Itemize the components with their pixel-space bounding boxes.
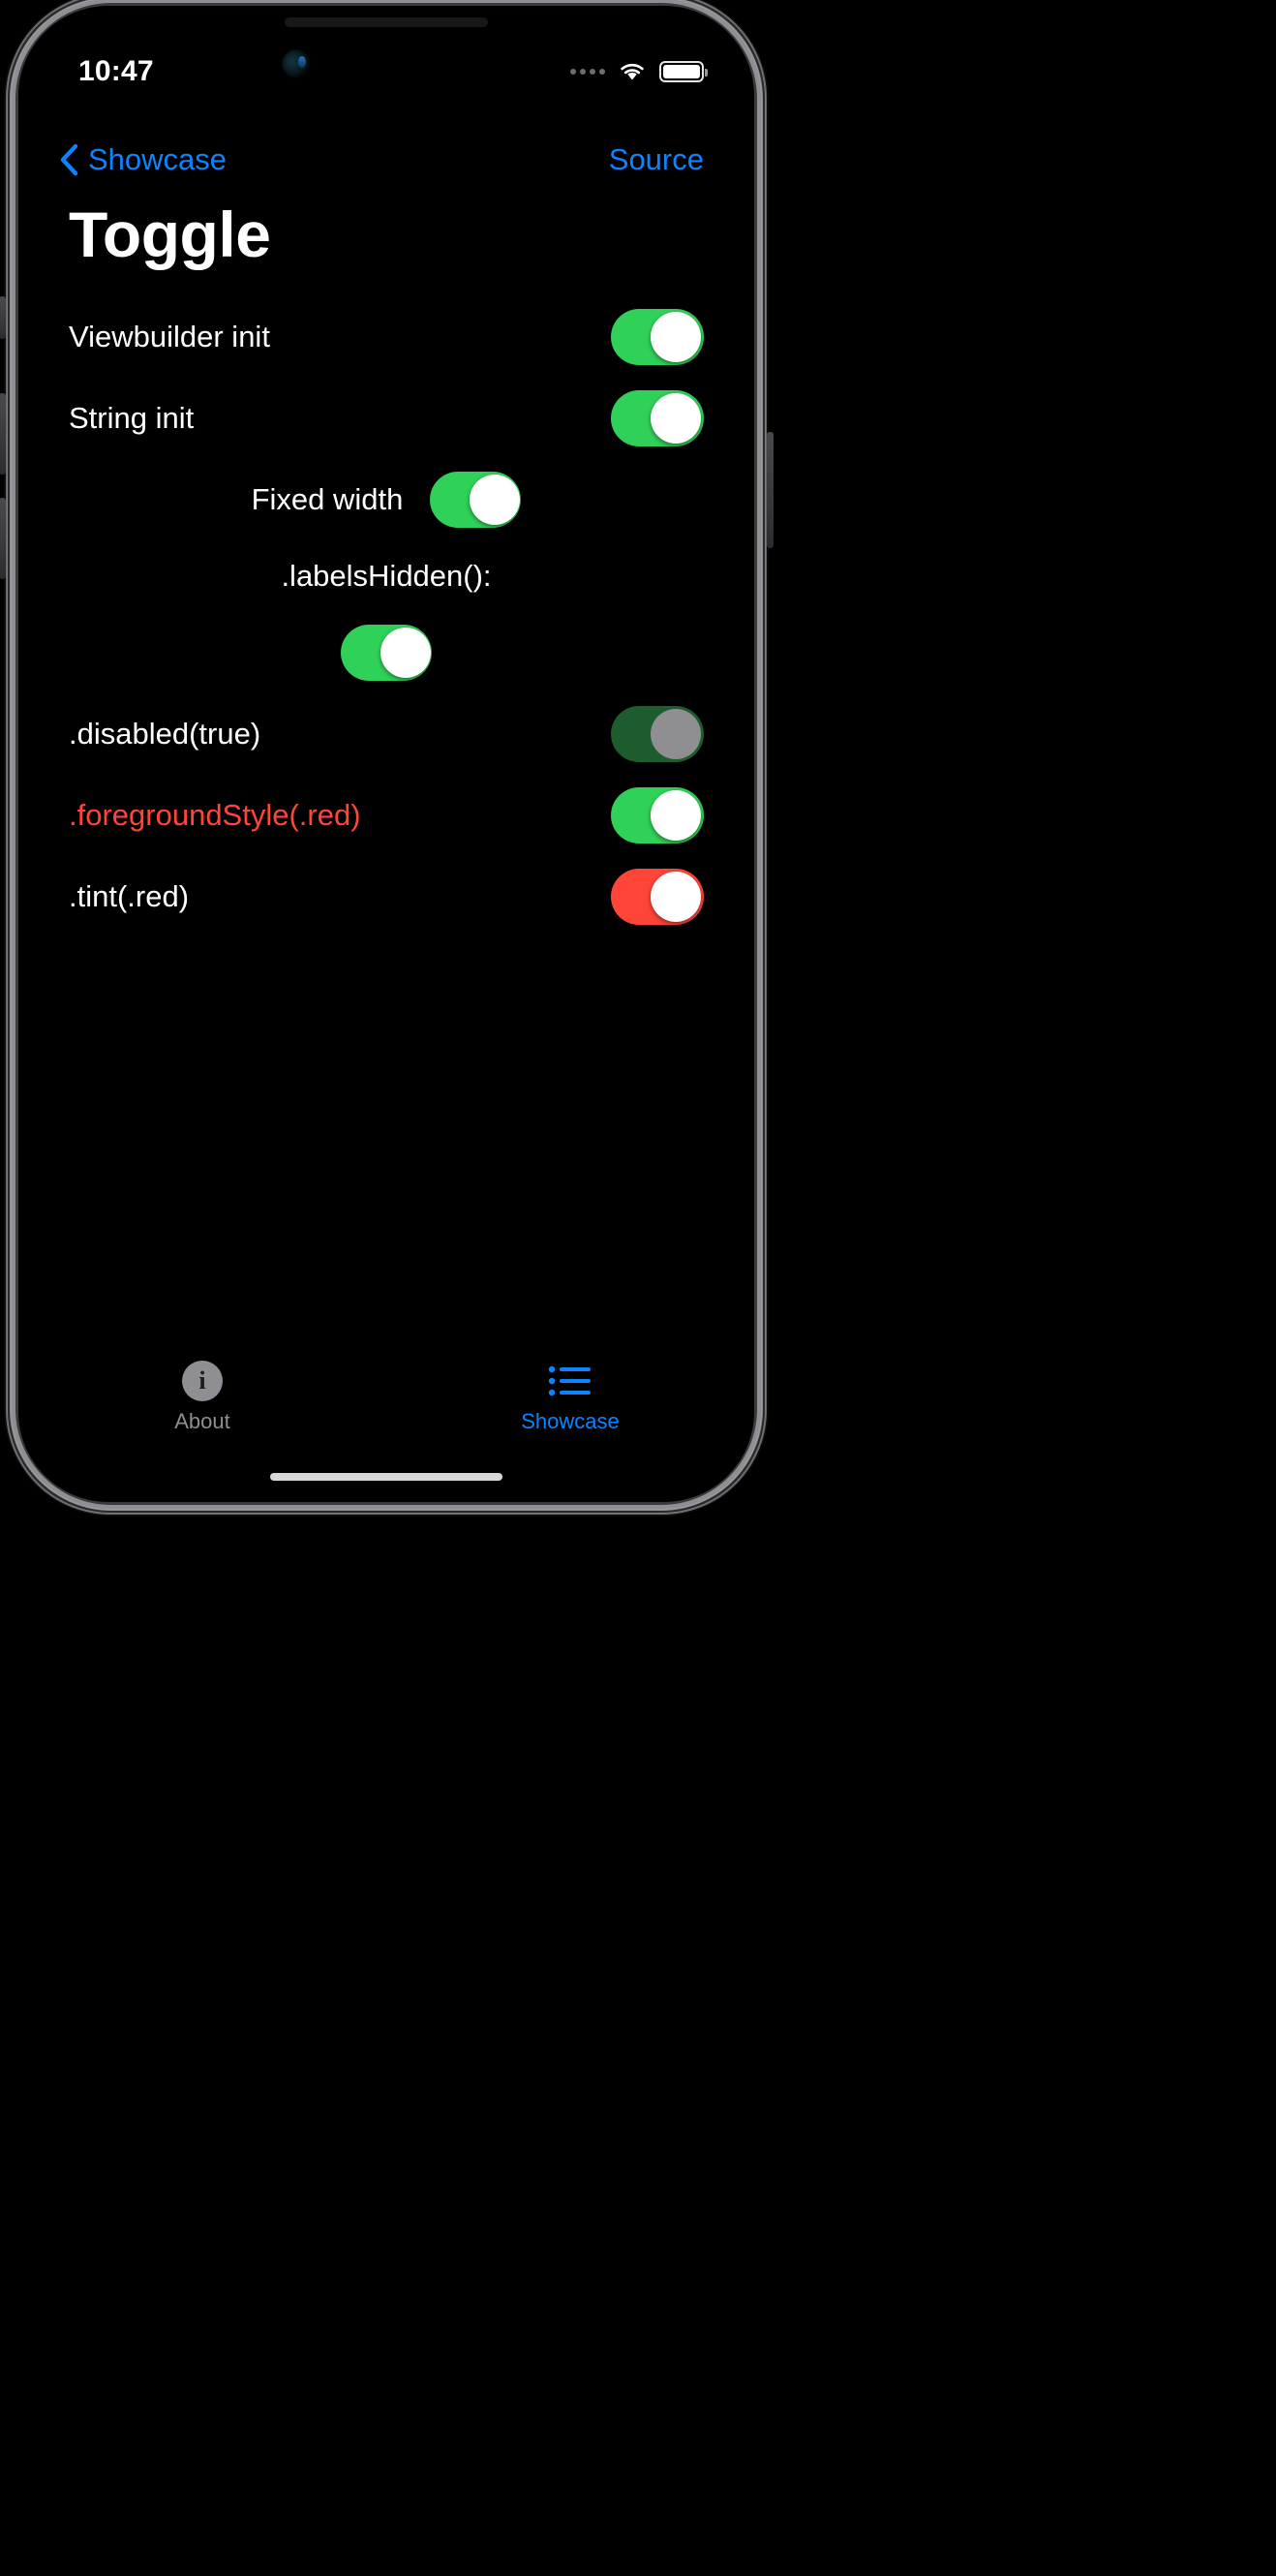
toggle-knob bbox=[651, 312, 701, 362]
device-screen: 10:47 Showcase Source Toggle Viewbuilder… bbox=[18, 6, 754, 1502]
chevron-left-icon bbox=[60, 143, 78, 176]
toggle-viewbuilder-init[interactable] bbox=[611, 309, 704, 365]
toggle-fixed-width[interactable] bbox=[430, 472, 522, 528]
tab-about[interactable]: i About bbox=[18, 1349, 386, 1446]
silent-switch-button[interactable] bbox=[0, 296, 6, 339]
row-label: Viewbuilder init bbox=[69, 320, 270, 353]
status-bar-indicators bbox=[570, 61, 708, 82]
list-bullet-icon bbox=[548, 1361, 592, 1401]
tab-showcase-label: Showcase bbox=[521, 1409, 620, 1433]
wifi-icon bbox=[621, 63, 644, 80]
cellular-dots-icon bbox=[570, 69, 605, 75]
row-label: .foregroundStyle(.red) bbox=[69, 798, 361, 832]
back-button-label: Showcase bbox=[88, 142, 228, 176]
tab-about-label: About bbox=[174, 1409, 230, 1433]
row-label: .disabled(true) bbox=[69, 717, 261, 751]
earpiece-speaker bbox=[285, 17, 488, 27]
toggle-string-init[interactable] bbox=[611, 390, 704, 446]
toggle-knob bbox=[470, 475, 521, 525]
tab-bar: i About Showcase bbox=[18, 1349, 754, 1446]
page-title: Toggle bbox=[69, 199, 271, 270]
toggle-tint-red[interactable] bbox=[611, 869, 704, 925]
labels-hidden-caption: .labelsHidden(): bbox=[281, 559, 492, 593]
toggle-knob bbox=[651, 872, 701, 922]
row-disabled: .disabled(true) bbox=[69, 693, 704, 775]
navigation-bar: Showcase Source bbox=[18, 130, 754, 190]
toggle-disabled bbox=[611, 706, 704, 762]
toggle-knob bbox=[651, 790, 701, 841]
toggle-list: Viewbuilder init String init Fixed width… bbox=[18, 296, 754, 937]
row-tint-red: .tint(.red) bbox=[69, 856, 704, 937]
battery-icon bbox=[659, 61, 708, 82]
row-label: Fixed width bbox=[251, 482, 404, 516]
toggle-knob bbox=[651, 393, 701, 444]
toggle-labels-hidden[interactable] bbox=[341, 625, 432, 681]
toggle-foreground-style-red[interactable] bbox=[611, 787, 704, 843]
status-bar-time: 10:47 bbox=[78, 55, 154, 87]
back-button[interactable]: Showcase bbox=[59, 142, 227, 177]
row-fixed-width: Fixed width bbox=[69, 459, 704, 540]
row-foreground-style-red: .foregroundStyle(.red) bbox=[69, 775, 704, 856]
source-button[interactable]: Source bbox=[609, 142, 704, 177]
row-string-init: String init bbox=[69, 378, 704, 459]
home-indicator[interactable] bbox=[270, 1473, 502, 1481]
device-frame: 10:47 Showcase Source Toggle Viewbuilder… bbox=[0, 0, 774, 1515]
row-labels-hidden-toggle bbox=[69, 612, 704, 693]
row-label: .tint(.red) bbox=[69, 879, 190, 913]
tab-showcase[interactable]: Showcase bbox=[386, 1349, 754, 1446]
power-button[interactable] bbox=[767, 432, 774, 548]
row-viewbuilder-init: Viewbuilder init bbox=[69, 296, 704, 378]
row-labels-hidden-caption: .labelsHidden(): bbox=[69, 540, 704, 612]
toggle-knob bbox=[380, 628, 431, 678]
toggle-knob bbox=[651, 709, 701, 759]
status-bar: 10:47 bbox=[18, 50, 754, 93]
volume-up-button[interactable] bbox=[0, 393, 6, 475]
row-label: String init bbox=[69, 401, 195, 435]
volume-down-button[interactable] bbox=[0, 498, 6, 579]
screenshot-root: 10:47 Showcase Source Toggle Viewbuilder… bbox=[0, 0, 1276, 2576]
info-circle-icon: i bbox=[182, 1361, 223, 1401]
